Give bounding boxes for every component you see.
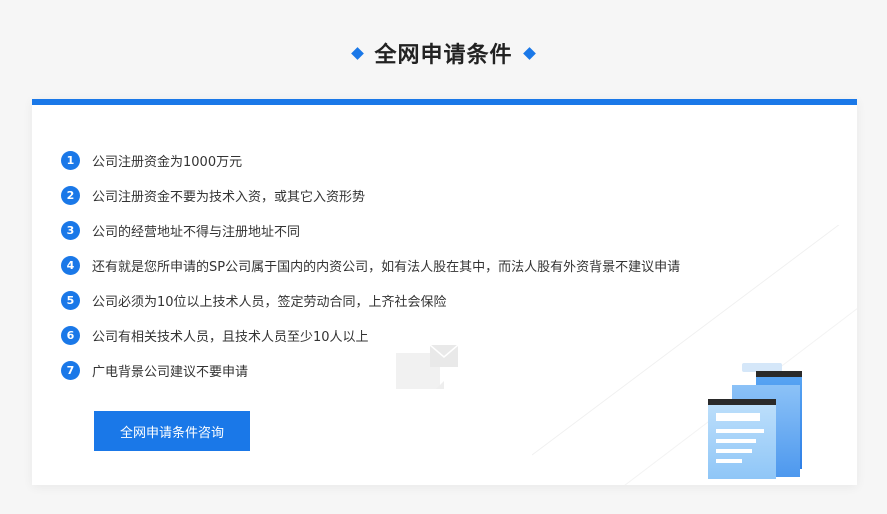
condition-number-badge: 6 [61, 326, 80, 345]
condition-text: 公司注册资金为1000万元 [92, 155, 243, 170]
condition-number-badge: 1 [61, 151, 80, 170]
conditions-card: 1 公司注册资金为1000万元 2 公司注册资金不要为技术入资，或其它入资形势 … [32, 99, 857, 485]
condition-number-badge: 5 [61, 291, 80, 310]
section-heading: 全网申请条件 [0, 36, 887, 70]
condition-number-badge: 4 [61, 256, 80, 275]
condition-text: 广电背景公司建议不要申请 [92, 365, 249, 380]
condition-text: 公司有相关技术人员，且技术人员至少10人以上 [92, 330, 369, 345]
condition-number-badge: 7 [61, 361, 80, 380]
condition-text: 公司必须为10位以上技术人员，签定劳动合同，上齐社会保险 [92, 295, 447, 310]
condition-item: 2 公司注册资金不要为技术入资，或其它入资形势 [61, 178, 680, 213]
condition-number-badge: 2 [61, 186, 80, 205]
condition-text: 公司的经营地址不得与注册地址不同 [92, 225, 301, 240]
condition-number-badge: 3 [61, 221, 80, 240]
clipboard-illustration [708, 363, 802, 479]
condition-item: 1 公司注册资金为1000万元 [61, 143, 680, 178]
condition-text: 公司注册资金不要为技术入资，或其它入资形势 [92, 190, 366, 205]
section-title: 全网申请条件 [374, 43, 513, 68]
diamond-left-icon [351, 46, 365, 60]
diamond-right-icon [522, 46, 536, 60]
consult-button[interactable]: 全网申请条件咨询 [94, 411, 250, 451]
envelope-icon [396, 345, 459, 389]
